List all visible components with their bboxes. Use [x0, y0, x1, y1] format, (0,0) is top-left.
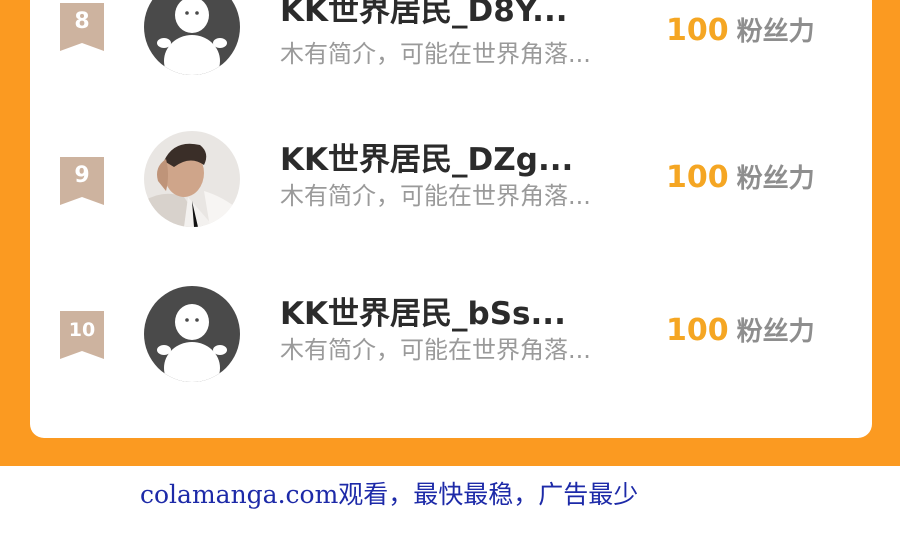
photo-avatar[interactable] [144, 131, 240, 227]
rank-badge: 9 [60, 157, 104, 205]
rank-badge: 8 [60, 3, 104, 51]
fans-score: 100 粉丝力 [666, 160, 815, 200]
ranking-card: 8 KK世界居民_D8Y... 木有简介，可能在世界角落... 100 粉丝力 9 [30, 0, 872, 438]
rank-number: 8 [74, 9, 90, 34]
fans-score: 100 粉丝力 [666, 13, 815, 53]
user-name[interactable]: KK世界居民_bSs... [280, 296, 566, 332]
default-ghost-avatar[interactable] [144, 286, 240, 382]
fans-score: 100 粉丝力 [666, 313, 815, 353]
fans-label: 粉丝力 [736, 17, 815, 47]
rank-badge: 10 [60, 311, 104, 359]
user-bio: 木有简介，可能在世界角落... [280, 40, 591, 68]
default-ghost-avatar[interactable] [144, 0, 240, 75]
user-bio: 木有简介，可能在世界角落... [280, 336, 591, 364]
ranking-row[interactable]: 10 KK世界居民_bSs... 木有简介，可能在世界角落... 100 粉丝力 [30, 275, 872, 395]
fans-label: 粉丝力 [736, 164, 815, 194]
rank-number: 10 [68, 319, 96, 341]
user-name[interactable]: KK世界居民_DZg... [280, 142, 573, 178]
user-name[interactable]: KK世界居民_D8Y... [280, 0, 568, 29]
ranking-row[interactable]: 8 KK世界居民_D8Y... 木有简介，可能在世界角落... 100 粉丝力 [30, 0, 872, 87]
fans-value: 100 [666, 160, 729, 195]
ranking-row[interactable]: 9 KK世界居民_DZg... 木有简介，可能在世界角落... 100 粉丝力 [30, 120, 872, 240]
fans-value: 100 [666, 13, 729, 48]
user-bio: 木有简介，可能在世界角落... [280, 182, 591, 210]
fans-label: 粉丝力 [736, 317, 815, 347]
rank-number: 9 [74, 163, 90, 188]
site-watermark: colamanga.com观看，最快最稳，广告最少 [140, 480, 639, 509]
fans-value: 100 [666, 313, 729, 348]
